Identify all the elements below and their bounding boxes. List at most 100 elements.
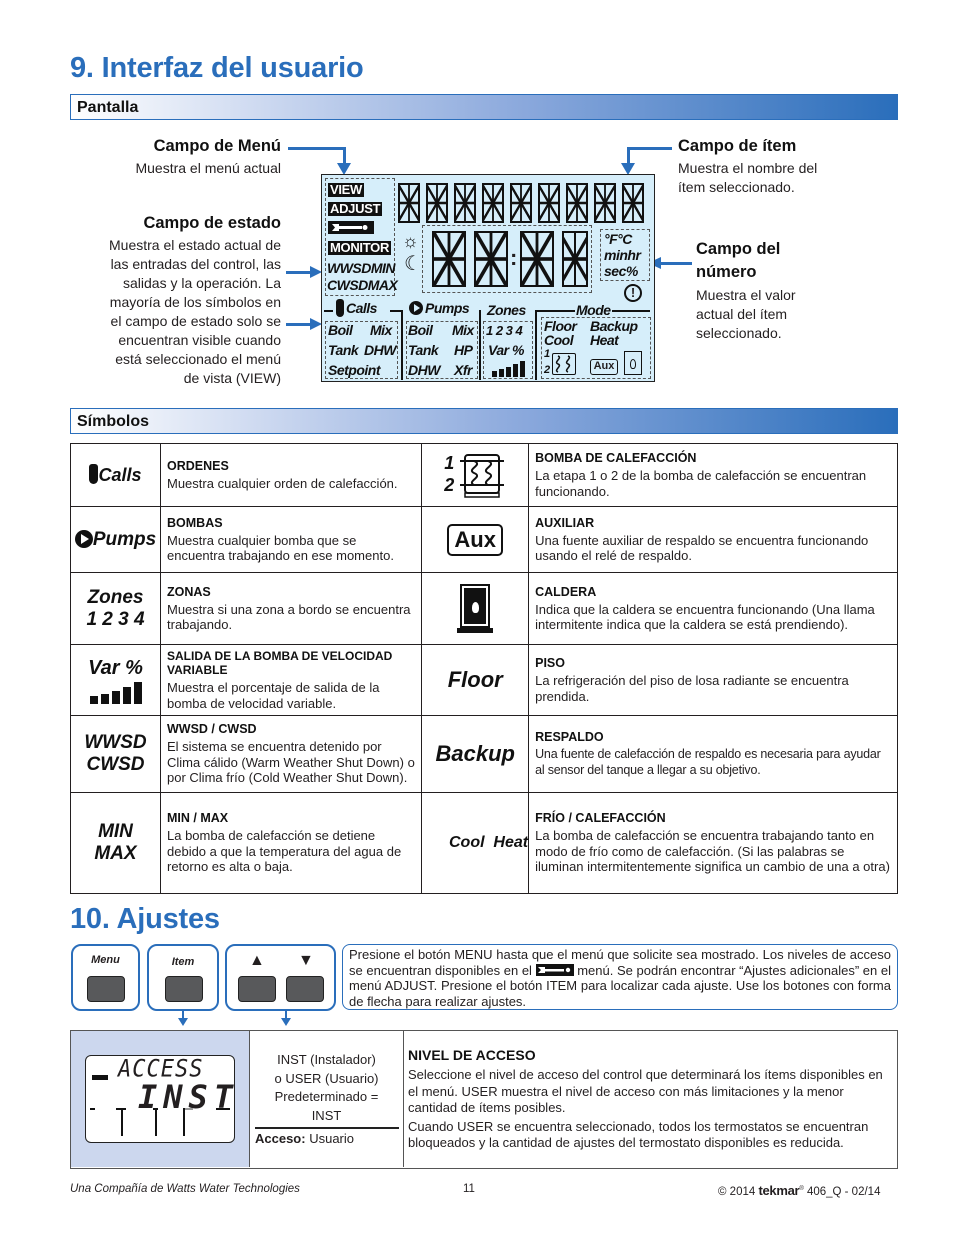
- item-segment-digit: [566, 183, 588, 223]
- stage-number: 1: [444, 453, 455, 473]
- status-field-line: Muestra el estado actual de: [109, 237, 281, 253]
- item-pointer-arrow: [178, 1018, 188, 1026]
- symbol-pumps-cell: Pumps: [70, 506, 161, 573]
- access-description-cell: NIVEL DE ACCESO Seleccione el nivel de a…: [404, 1031, 896, 1167]
- item-segment-digit: [482, 183, 504, 223]
- status-field-line: encuentran visible cuando: [118, 332, 281, 348]
- boiler-flame-icon: [624, 351, 642, 375]
- symbol-cool-heat-cell: Cool Heat: [421, 792, 530, 894]
- menu-button[interactable]: [87, 976, 125, 1002]
- lcd-calls-mix: Mix: [370, 322, 392, 338]
- option-line: INST (Instalador): [277, 1052, 376, 1067]
- lcd-unit-time: minhr: [604, 247, 641, 263]
- access-title: NIVEL DE ACCESO: [408, 1047, 536, 1063]
- status-field-line: está seleccionado el menú: [115, 351, 281, 367]
- access-lcd-screen: ACCESS INST: [85, 1055, 235, 1143]
- table-row: MIN MAX MIN / MAX La bomba de calefacció…: [70, 792, 898, 894]
- lcd-calls-label: Calls: [346, 300, 377, 316]
- menu-field-callout: Campo de Menú Muestra el menú actual: [90, 137, 281, 178]
- lcd-tick: [183, 1108, 185, 1136]
- symbol-text: La bomba de calefacción se encuentra tra…: [535, 828, 890, 875]
- lcd-tick: [121, 1108, 123, 1136]
- item-button[interactable]: [165, 976, 203, 1002]
- menu-arrow-line: [288, 147, 346, 150]
- symbol-text: Muestra cualquier bomba que se encuentra…: [167, 532, 394, 564]
- lcd-pumps-dhw: DHW: [408, 362, 440, 378]
- symbol-text: El sistema se encuentra detenido por Cli…: [167, 739, 415, 786]
- symbol-label: MAX: [94, 843, 137, 864]
- display-section-bar: Pantalla: [70, 94, 898, 120]
- table-row: Pumps BOMBAS Muestra cualquier bomba que…: [70, 506, 898, 573]
- symbol-label: 1 2 3 4: [86, 608, 145, 630]
- symbol-desc-cell: WWSD / CWSD El sistema se encuentra dete…: [159, 715, 423, 793]
- symbol-title: BOMBA DE CALEFACCIÓN: [535, 451, 697, 465]
- number-field-title: número: [696, 263, 757, 281]
- access-value: Usuario: [309, 1131, 354, 1146]
- number-segment-digit: [562, 231, 588, 287]
- document-code: 406_Q - 02/14: [806, 1186, 881, 1198]
- table-row: WWSD CWSD WWSD / CWSD El sistema se encu…: [70, 715, 898, 793]
- symbol-text: Indica que la caldera se encuentra funci…: [535, 601, 875, 633]
- lcd-zones-label: Zones: [487, 302, 526, 318]
- down-button[interactable]: [286, 976, 324, 1002]
- up-button[interactable]: [238, 976, 276, 1002]
- number-segment-digit: [474, 231, 508, 287]
- symbol-text: La etapa 1 o 2 de la bomba de calefacció…: [535, 468, 867, 499]
- lcd-cwsd-max: CWSDMAX: [327, 277, 398, 293]
- symbol-desc-cell: BOMBAS Muestra cualquier bomba que se en…: [159, 506, 423, 573]
- menu-field-title: Campo de Menú: [153, 137, 281, 155]
- footer-company: Una Compañía de Watts Water Technologies: [70, 1183, 300, 1195]
- symbol-zones-cell: Zones 1 2 3 4: [70, 572, 161, 645]
- lcd-pumps-boil: Boil: [408, 322, 433, 338]
- symbol-label: Pumps: [92, 528, 157, 550]
- lcd-tag-monitor: MONITOR: [328, 240, 392, 255]
- lcd-mode-label: Mode: [576, 302, 611, 318]
- item-segment-digit: [454, 183, 476, 223]
- symbol-desc-cell: PISO La refrigeración del piso de losa r…: [528, 644, 898, 716]
- symbol-title: BOMBAS: [167, 515, 223, 530]
- status-arrow-line-2: [286, 323, 312, 326]
- heat-pump-stage-icon: [552, 353, 576, 375]
- status-field-line: el campo de estado solo se: [110, 313, 281, 329]
- lcd-calls-setpoint: Setpoint: [328, 362, 381, 378]
- item-segment-digit: [510, 183, 532, 223]
- item-field-callout: Campo de ítem Muestra el nombre del ítem…: [678, 137, 888, 197]
- symbol-floor-cell: Floor: [421, 644, 530, 716]
- access-level-line: Acceso: Usuario: [255, 1131, 354, 1146]
- symbol-desc-cell: ZONAS Muestra si una zona a bordo se enc…: [159, 572, 423, 645]
- option-line: o USER (Usuario): [274, 1070, 379, 1086]
- wrench-icon: [92, 1075, 108, 1080]
- menu-button-panel: Menu: [71, 944, 140, 1011]
- symbol-title: FRÍO / CALEFACCIÓN: [535, 811, 666, 826]
- symbol-backup-cell: Backup: [421, 715, 530, 793]
- registered-mark: ®: [799, 1186, 804, 1193]
- symbol-wwsd-cell: WWSD CWSD: [70, 715, 161, 793]
- lcd-tick: [183, 1108, 193, 1110]
- divider: [535, 310, 537, 380]
- lcd-pumps-xfr: Xfr: [454, 362, 472, 378]
- status-field-callout: Campo de estado Muestra el estado actual…: [70, 214, 281, 388]
- divider: [479, 310, 481, 380]
- pump-icon: [74, 529, 93, 548]
- access-lcd-value: INST: [138, 1078, 240, 1116]
- heat-pump-stage-icon: 1 2: [444, 451, 506, 499]
- status-field-line: de vista (VIEW): [183, 370, 281, 386]
- status-field-line: mayoría de los símbolos en: [109, 294, 281, 310]
- status-field-title: Campo de estado: [143, 214, 281, 232]
- item-field-title: Campo de ítem: [678, 137, 797, 155]
- item-field-line: Muestra el nombre del: [678, 160, 818, 176]
- symbol-title: ORDENES: [167, 458, 229, 473]
- table-row: Calls ORDENES Muestra cualquier orden de…: [70, 443, 898, 507]
- access-lcd-cell: ACCESS INST: [71, 1031, 250, 1167]
- lcd-zones-numbers: 1 2 3 4: [486, 323, 523, 338]
- lcd-stage-1: 1: [544, 348, 550, 360]
- item-arrow-line: [627, 147, 672, 150]
- access-paragraph: Seleccione el nivel de acceso del contro…: [408, 1067, 883, 1115]
- lcd-unit-sec-percent: sec%: [604, 263, 638, 279]
- lcd-mode-cool: Cool: [544, 332, 574, 348]
- option-line: INST: [311, 1107, 342, 1123]
- copyright: © 2014: [718, 1186, 756, 1198]
- lcd-mode-heat: Heat: [590, 332, 619, 348]
- symbol-title: RESPALDO: [535, 730, 604, 744]
- aux-icon: Aux: [447, 523, 503, 556]
